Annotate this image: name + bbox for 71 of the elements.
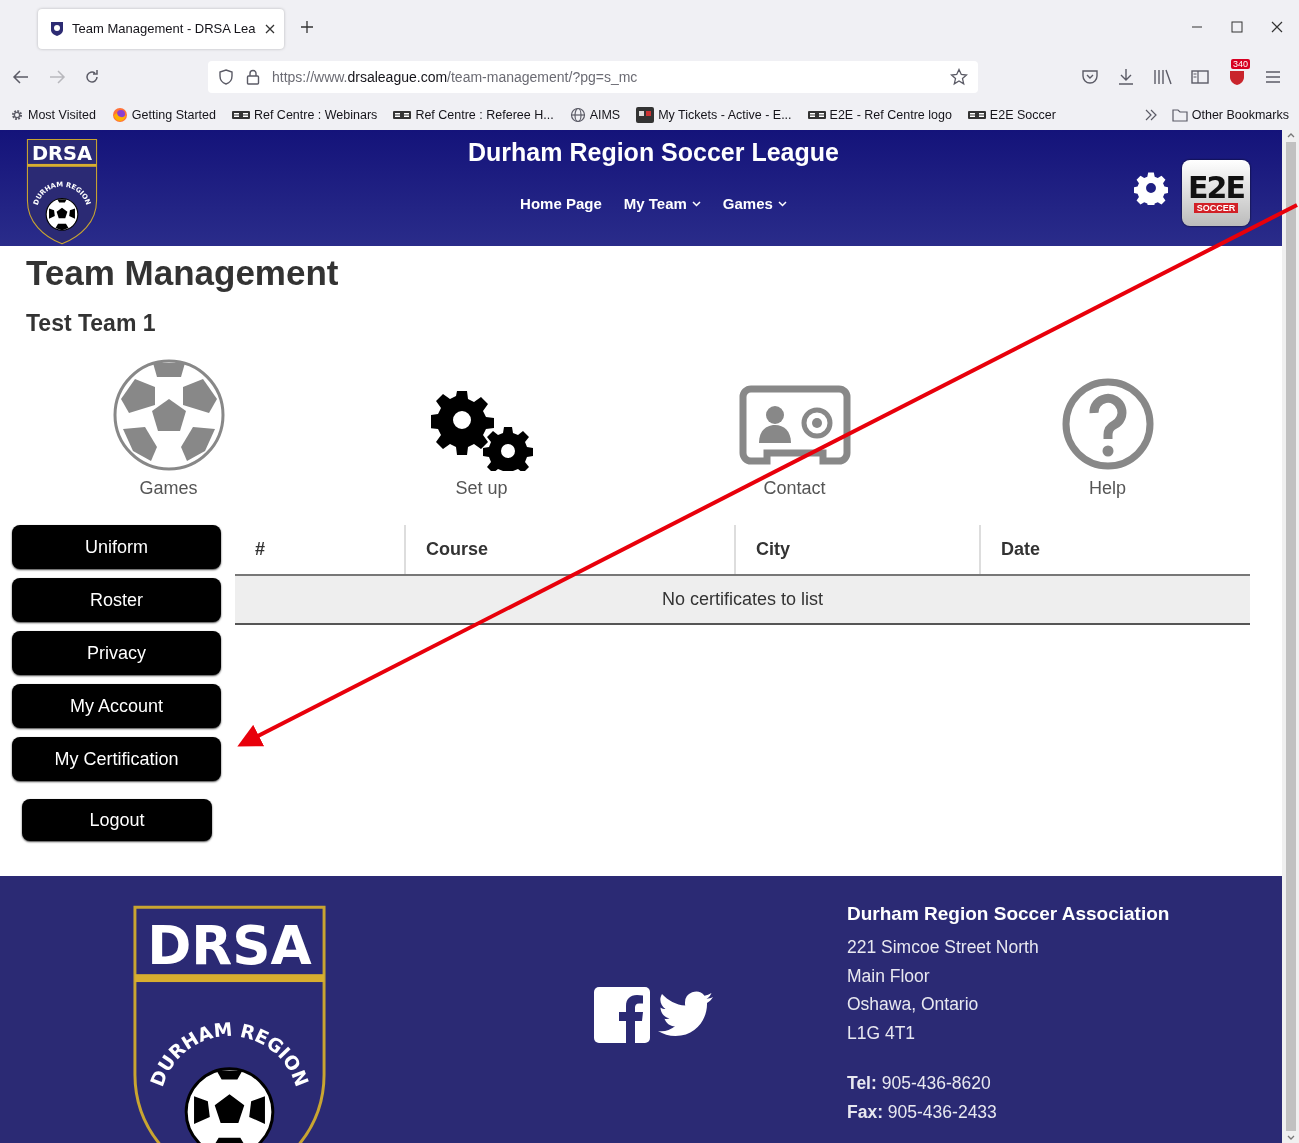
close-icon[interactable]: [264, 22, 276, 35]
menu-button[interactable]: Uniform: [12, 525, 221, 569]
browser-logo-icon: [111, 107, 128, 123]
bookmark[interactable]: Ref Centre : Webinars: [229, 106, 380, 124]
notification-badge: 340: [1231, 59, 1251, 69]
address-line: L1G 4T1: [847, 1021, 917, 1045]
chevron-icon[interactable]: [1143, 109, 1158, 121]
menu-button[interactable]: Privacy: [12, 631, 221, 675]
close-icon[interactable]: [1271, 21, 1283, 33]
bookmark[interactable]: Ref Centre : Referee H...: [391, 106, 556, 124]
tile-link[interactable]: Help: [951, 359, 1264, 499]
lock-icon: [246, 69, 260, 85]
library-icon[interactable]: [1153, 68, 1173, 86]
menu-button[interactable]: Roster: [12, 578, 221, 622]
app-icon: [636, 107, 655, 123]
association-name: Durham Region Soccer Association: [847, 903, 1170, 925]
nav-link[interactable]: Games: [722, 195, 787, 212]
bookmark[interactable]: My Tickets - Active - E...: [634, 105, 794, 125]
phone-line: Tel: 905-436-8620: [847, 1072, 992, 1095]
tile-link[interactable]: Games: [12, 359, 325, 499]
tile-link[interactable]: Set up: [325, 359, 638, 499]
logo-icon: [393, 110, 412, 120]
facebook-icon[interactable]: [594, 986, 650, 1043]
logo-icon: [231, 110, 250, 120]
scrollbar-thumb[interactable]: [1285, 142, 1296, 1131]
back-icon[interactable]: [12, 69, 30, 85]
browser-tab[interactable]: Team Management - DRSA Lea: [38, 8, 284, 49]
star-icon[interactable]: [950, 68, 968, 86]
menu-button[interactable]: My Certification: [12, 737, 221, 781]
page-title: Team Management: [26, 252, 340, 294]
menu-button[interactable]: My Account: [12, 684, 221, 728]
logo-icon: [807, 110, 826, 120]
bookmark[interactable]: Getting Started: [109, 105, 218, 125]
address-line: 221 Simcoe Street North: [847, 936, 1040, 959]
download-icon[interactable]: [1117, 68, 1135, 86]
logo-icon: [967, 110, 986, 120]
bookmark[interactable]: Other Bookmarks: [1169, 106, 1291, 124]
bookmark[interactable]: E2E - Ref Centre logo: [805, 106, 954, 124]
new-tab-icon[interactable]: [300, 20, 314, 34]
shield-icon: [50, 20, 64, 37]
gears-icon: [430, 389, 533, 471]
gear-icon: [10, 108, 24, 122]
bookmark[interactable]: AIMS: [567, 105, 623, 125]
help-icon: [1060, 377, 1155, 471]
shield-icon: [218, 69, 234, 85]
phone-line: Fax: 905-436-2433: [847, 1100, 998, 1124]
maximize-icon[interactable]: [1231, 21, 1243, 33]
pocket-icon[interactable]: [1081, 68, 1099, 86]
team-name: Test Team 1: [26, 310, 157, 337]
nav-link[interactable]: Home Page: [520, 195, 602, 212]
empty-message: No certificates to list: [235, 575, 1250, 624]
url-text: https://www.drsaleague.com/team-management/?pg=s_mc: [272, 69, 638, 85]
reload-icon[interactable]: [84, 69, 100, 85]
settings-icon[interactable]: [1134, 171, 1168, 205]
logout-button[interactable]: Logout: [22, 799, 212, 841]
sidebar-icon[interactable]: [1191, 69, 1209, 85]
bookmark[interactable]: Most Visited: [8, 106, 98, 124]
site-title: Durham Region Soccer League: [468, 138, 839, 167]
globe-icon: [569, 107, 586, 123]
address-line: Main Floor: [847, 964, 931, 988]
soccer-ball-icon: [112, 359, 225, 471]
folder-icon: [1171, 108, 1188, 122]
address-bar[interactable]: https://www.drsaleague.com/team-management/?pg=s_mc: [208, 61, 978, 93]
e2e-logo[interactable]: E2E SOCCER: [1182, 160, 1250, 226]
bookmark[interactable]: E2E Soccer: [965, 106, 1058, 124]
tile-link[interactable]: Contact: [638, 359, 951, 499]
nav-link[interactable]: My Team: [623, 195, 701, 212]
menu-icon[interactable]: [1265, 70, 1281, 84]
tab-title: Team Management - DRSA Lea: [72, 21, 256, 36]
address-line: Oshawa, Ontario: [847, 993, 980, 1016]
twitter-icon[interactable]: [658, 990, 714, 1039]
